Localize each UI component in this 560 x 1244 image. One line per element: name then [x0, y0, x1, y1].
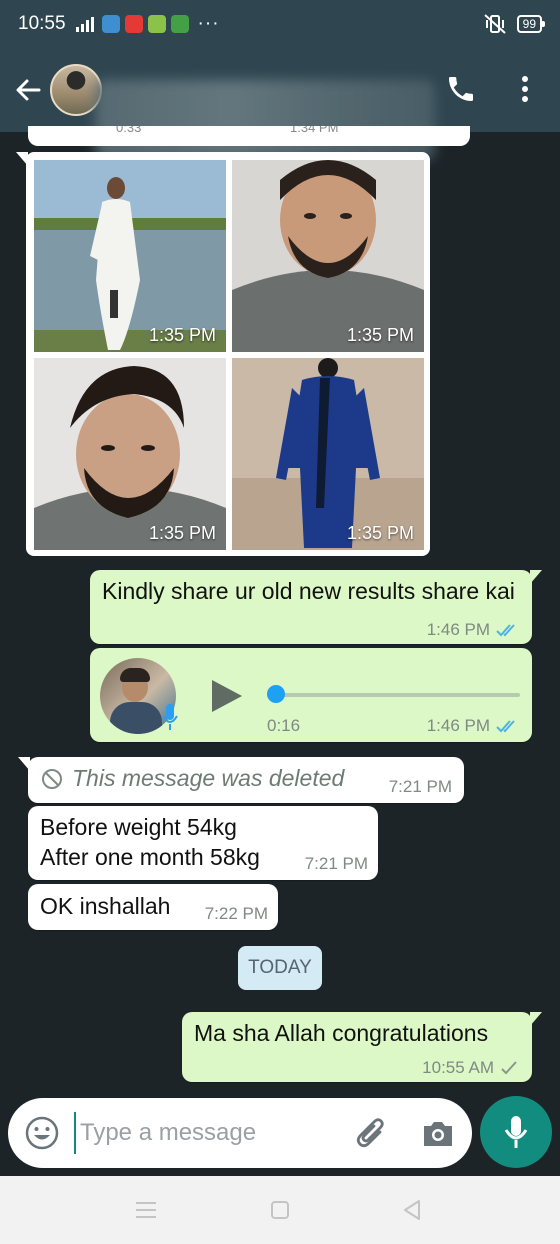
play-icon[interactable]: [206, 676, 246, 716]
image-time: 1:35 PM: [346, 523, 414, 543]
more-options-button[interactable]: [505, 68, 545, 110]
double-check-read-icon: [496, 624, 515, 637]
image-thumbnail[interactable]: 1:35 PM: [232, 358, 424, 550]
message-list[interactable]: 0:33 1:34 PM 1:35 PM 1:35 PM 1:35 PM 1:3…: [0, 126, 560, 1092]
signal-icon: [75, 16, 94, 32]
outgoing-message[interactable]: Kindly share ur old new results share ka…: [90, 570, 542, 644]
more-notifications-indicator: ···: [197, 13, 220, 34]
message-text-line: After one month 58kg: [40, 844, 260, 870]
outgoing-message[interactable]: Ma sha Allah congratulations 10:55 AM: [182, 1012, 542, 1082]
message-text: OK inshallah: [40, 893, 171, 919]
status-time: 10:55: [18, 13, 66, 34]
message-time: 7:22 PM: [204, 904, 268, 923]
mic-icon: [504, 1116, 528, 1148]
incoming-deleted-message[interactable]: This message was deleted 7:21 PM: [18, 757, 464, 803]
deleted-message-text: This message was deleted: [72, 765, 345, 791]
back-button[interactable]: [6, 68, 50, 112]
photo-man-selfie-grey: [232, 160, 424, 352]
square-icon: [271, 1201, 289, 1219]
message-text: Ma sha Allah congratulations: [194, 1020, 489, 1046]
date-divider: TODAY: [238, 946, 322, 990]
system-navigation-bar: [0, 1176, 560, 1244]
message-time: 10:55 AM: [422, 1058, 494, 1077]
back-nav-button[interactable]: [398, 1196, 426, 1224]
image-thumbnail[interactable]: 1:35 PM: [34, 160, 226, 352]
status-bar: 10:55 ··· 99: [0, 0, 560, 48]
menu-lines-icon: [136, 1202, 156, 1218]
camera-icon[interactable]: [418, 1114, 458, 1154]
message-meta: 10:55 AM: [422, 1058, 518, 1078]
triangle-back-icon: [404, 1200, 420, 1220]
image-thumbnail[interactable]: 1:35 PM: [232, 160, 424, 352]
mic-badge-icon: [162, 704, 178, 730]
battery-indicator: 99: [516, 15, 546, 33]
message-time: 7:21 PM: [304, 854, 368, 873]
image-time: 1:35 PM: [346, 325, 414, 345]
app-notification-icon: [147, 15, 166, 33]
incoming-message[interactable]: Before weight 54kg After one month 58kg …: [28, 806, 378, 880]
outgoing-voice-message[interactable]: 0:16 1:46 PM: [90, 648, 532, 742]
previous-message-time: 1:34 PM: [290, 126, 339, 135]
message-input[interactable]: [74, 1112, 344, 1154]
message-time: 7:21 PM: [388, 777, 452, 796]
chat-header: [0, 48, 560, 160]
paperclip-icon[interactable]: [352, 1114, 392, 1154]
app-notification-icon: [101, 15, 120, 33]
photo-man-blue-outfit: [232, 358, 424, 550]
emoji-icon[interactable]: [24, 1115, 60, 1151]
blocked-icon: [42, 769, 62, 789]
photo-man-portrait: [34, 358, 226, 550]
home-button[interactable]: [266, 1196, 294, 1224]
double-check-read-icon: [496, 720, 515, 733]
voice-seek-handle[interactable]: [267, 685, 285, 703]
arrow-left-icon: [16, 79, 41, 101]
image-album-message[interactable]: 1:35 PM 1:35 PM 1:35 PM 1:35 PM: [16, 152, 430, 556]
message-text: Kindly share ur old new results share ka…: [102, 578, 515, 604]
image-thumbnail[interactable]: 1:35 PM: [34, 358, 226, 550]
message-time: 1:46 PM: [426, 716, 490, 735]
previous-message-peek[interactable]: 0:33 1:34 PM: [28, 126, 470, 146]
recents-button[interactable]: [132, 1196, 160, 1224]
phone-icon: [449, 77, 473, 101]
voice-call-button[interactable]: [440, 68, 482, 110]
app-notification-icon: [124, 15, 143, 33]
more-vert-icon: [522, 76, 528, 102]
message-time: 1:46 PM: [426, 620, 490, 639]
voice-record-button[interactable]: [480, 1096, 552, 1168]
previous-message-duration: 0:33: [116, 126, 142, 135]
message-meta: 1:46 PM: [427, 716, 522, 736]
image-time: 1:35 PM: [148, 523, 216, 543]
photo-man-white-outfit: [34, 160, 226, 352]
message-meta: 1:46 PM: [427, 620, 522, 640]
message-text-line: Before weight 54kg: [40, 814, 237, 840]
single-check-icon: [501, 1061, 517, 1075]
incoming-message[interactable]: OK inshallah 7:22 PM: [28, 884, 278, 930]
app-notification-icon: [170, 15, 189, 33]
vibrate-icon: [483, 14, 506, 34]
message-composer: [8, 1098, 472, 1168]
voice-progress-track[interactable]: [270, 693, 520, 697]
voice-duration: 0:16: [267, 716, 301, 735]
image-time: 1:35 PM: [148, 325, 216, 345]
